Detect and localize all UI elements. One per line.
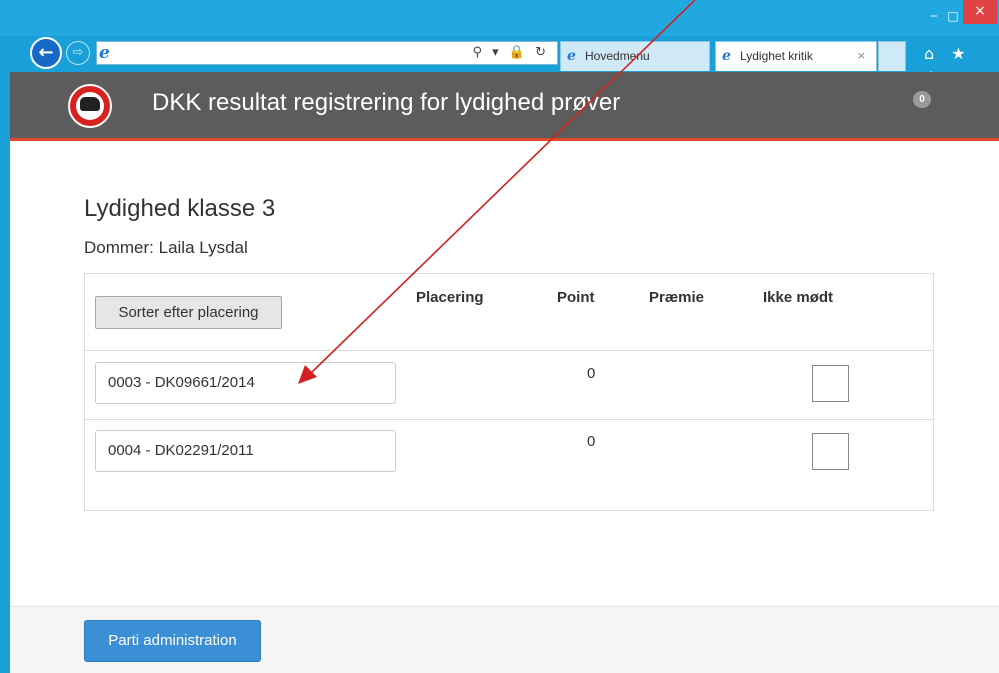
browser-window: – □ × ← ⇨ e ⚲ ▾ 🔒 ↻ e Hovedmenu e Lydigh… (0, 0, 999, 673)
sort-by-placement-button[interactable]: Sorter efter placering (95, 296, 282, 329)
judge-label: Dommer: Laila Lysdal (84, 238, 248, 257)
point-value: 0 (587, 365, 596, 382)
results-table: Sorter efter placering Placering Point P… (84, 273, 934, 511)
table-row: 0004 - DK02291/2011 0 (85, 420, 933, 488)
column-header-placering: Placering (416, 289, 484, 306)
page-title: Lydighed klasse 3 (84, 195, 276, 222)
home-favorites-settings-icons[interactable]: ⌂ ★ ⚙ (924, 42, 996, 87)
point-value: 0 (587, 433, 596, 450)
app-header: DKK resultat registrering for lydighed p… (10, 72, 999, 141)
ie-icon: e (722, 48, 731, 64)
address-bar[interactable]: e ⚲ ▾ 🔒 ↻ (96, 41, 558, 65)
column-header-praemie: Præmie (649, 289, 705, 306)
address-tools-icons[interactable]: ⚲ ▾ 🔒 ↻ (472, 43, 549, 63)
minimize-button[interactable]: – (925, 6, 943, 28)
column-header-ikke-modt: Ikke mødt (763, 289, 834, 306)
not-attended-checkbox[interactable] (812, 433, 849, 470)
tab-hovedmenu[interactable]: e Hovedmenu (560, 41, 710, 71)
tab-label: Lydighet kritik (740, 49, 813, 63)
page-viewport: DKK resultat registrering for lydighed p… (10, 72, 999, 673)
dog-icon (80, 97, 100, 111)
window-titlebar: – □ × (0, 0, 999, 36)
close-window-button[interactable]: × (963, 0, 997, 24)
not-attended-checkbox[interactable] (812, 365, 849, 402)
column-header-point: Point (557, 289, 595, 306)
logo-inner (76, 92, 104, 120)
tab-lydighet-kritik[interactable]: e Lydighet kritik × (715, 41, 877, 71)
table-row: 0003 - DK09661/2014 0 (85, 352, 933, 420)
tab-close-icon[interactable]: × (857, 42, 866, 70)
tab-label: Hovedmenu (585, 49, 650, 63)
table-header-row: Sorter efter placering Placering Point P… (85, 274, 933, 351)
back-button[interactable]: ← (30, 37, 62, 69)
dkk-logo (68, 84, 112, 128)
ie-icon: e (99, 43, 110, 63)
new-tab-button[interactable] (878, 41, 906, 71)
footer-bar: Parti administration (10, 606, 999, 673)
dog-id-field[interactable]: 0003 - DK09661/2014 (95, 362, 396, 404)
forward-button[interactable]: ⇨ (66, 41, 90, 65)
maximize-button[interactable]: □ (944, 6, 962, 28)
app-title: DKK resultat registrering for lydighed p… (152, 89, 621, 116)
ie-icon: e (567, 48, 576, 64)
dog-id-field[interactable]: 0004 - DK02291/2011 (95, 430, 396, 472)
parti-administration-button[interactable]: Parti administration (84, 620, 261, 662)
notification-badge[interactable]: 0 (913, 91, 931, 108)
